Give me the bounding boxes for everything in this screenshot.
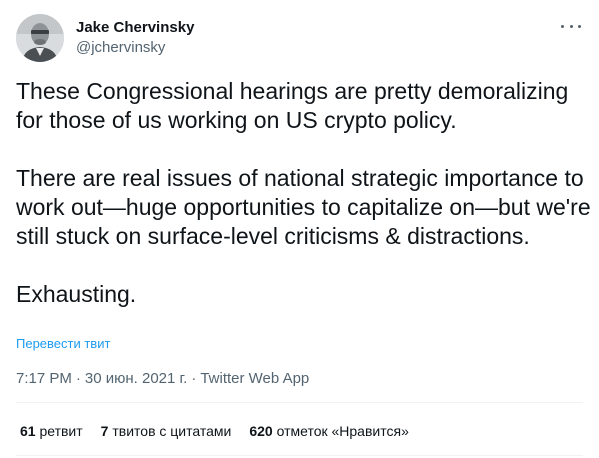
meta-separator: · (75, 370, 81, 387)
translate-tweet-link[interactable]: Перевести твит (16, 336, 110, 352)
more-dot (578, 24, 581, 28)
tweet-header: Jake Chervinsky @jchervinsky (16, 14, 585, 62)
source-app-link[interactable]: Twitter Web App (200, 370, 309, 387)
quotes-stat[interactable]: 7 твитов с цитатами (101, 422, 232, 440)
tweet-stats: 61 ретвит 7 твитов с цитатами 620 отметок … (20, 422, 427, 440)
avatar[interactable] (16, 14, 64, 62)
avatar-photo (16, 14, 64, 62)
tweet-paragraph: There are real issues of national strate… (16, 165, 591, 249)
tweet-time[interactable]: 7:17 PM (16, 370, 72, 387)
divider (16, 455, 583, 456)
tweet-text: These Congressional hearings are pretty … (16, 77, 591, 309)
quotes-count: 7 (100, 423, 109, 439)
tweet-paragraph: These Congressional hearings are pretty … (16, 78, 569, 133)
retweets-stat[interactable]: 61 ретвит (20, 422, 83, 440)
likes-count: 620 (249, 423, 273, 439)
likes-stat[interactable]: 620 отметок «Нравится» (249, 422, 409, 440)
likes-label: отметок «Нравится» (276, 423, 409, 439)
tweet-date[interactable]: 30 июн. 2021 г. (85, 370, 187, 387)
more-options-icon[interactable] (561, 20, 581, 32)
more-dot (561, 24, 564, 28)
tweet-paragraph: Exhausting. (16, 281, 137, 307)
tweet-metadata: 7:17 PM · 30 июн. 2021 г. · Twitter Web App (16, 369, 309, 389)
author-display-name[interactable]: Jake Chervinsky (76, 18, 194, 38)
retweets-count: 61 (20, 423, 36, 439)
divider (16, 402, 583, 403)
retweets-label: ретвит (39, 423, 83, 439)
author-names: Jake Chervinsky @jchervinsky (76, 18, 194, 58)
meta-separator: · (191, 370, 197, 387)
more-dot (569, 24, 573, 28)
tweet-card: Jake Chervinsky @jchervinsky These Congr… (0, 0, 599, 458)
author-handle[interactable]: @jchervinsky (76, 38, 194, 58)
quotes-label: твитов с цитатами (112, 423, 232, 439)
